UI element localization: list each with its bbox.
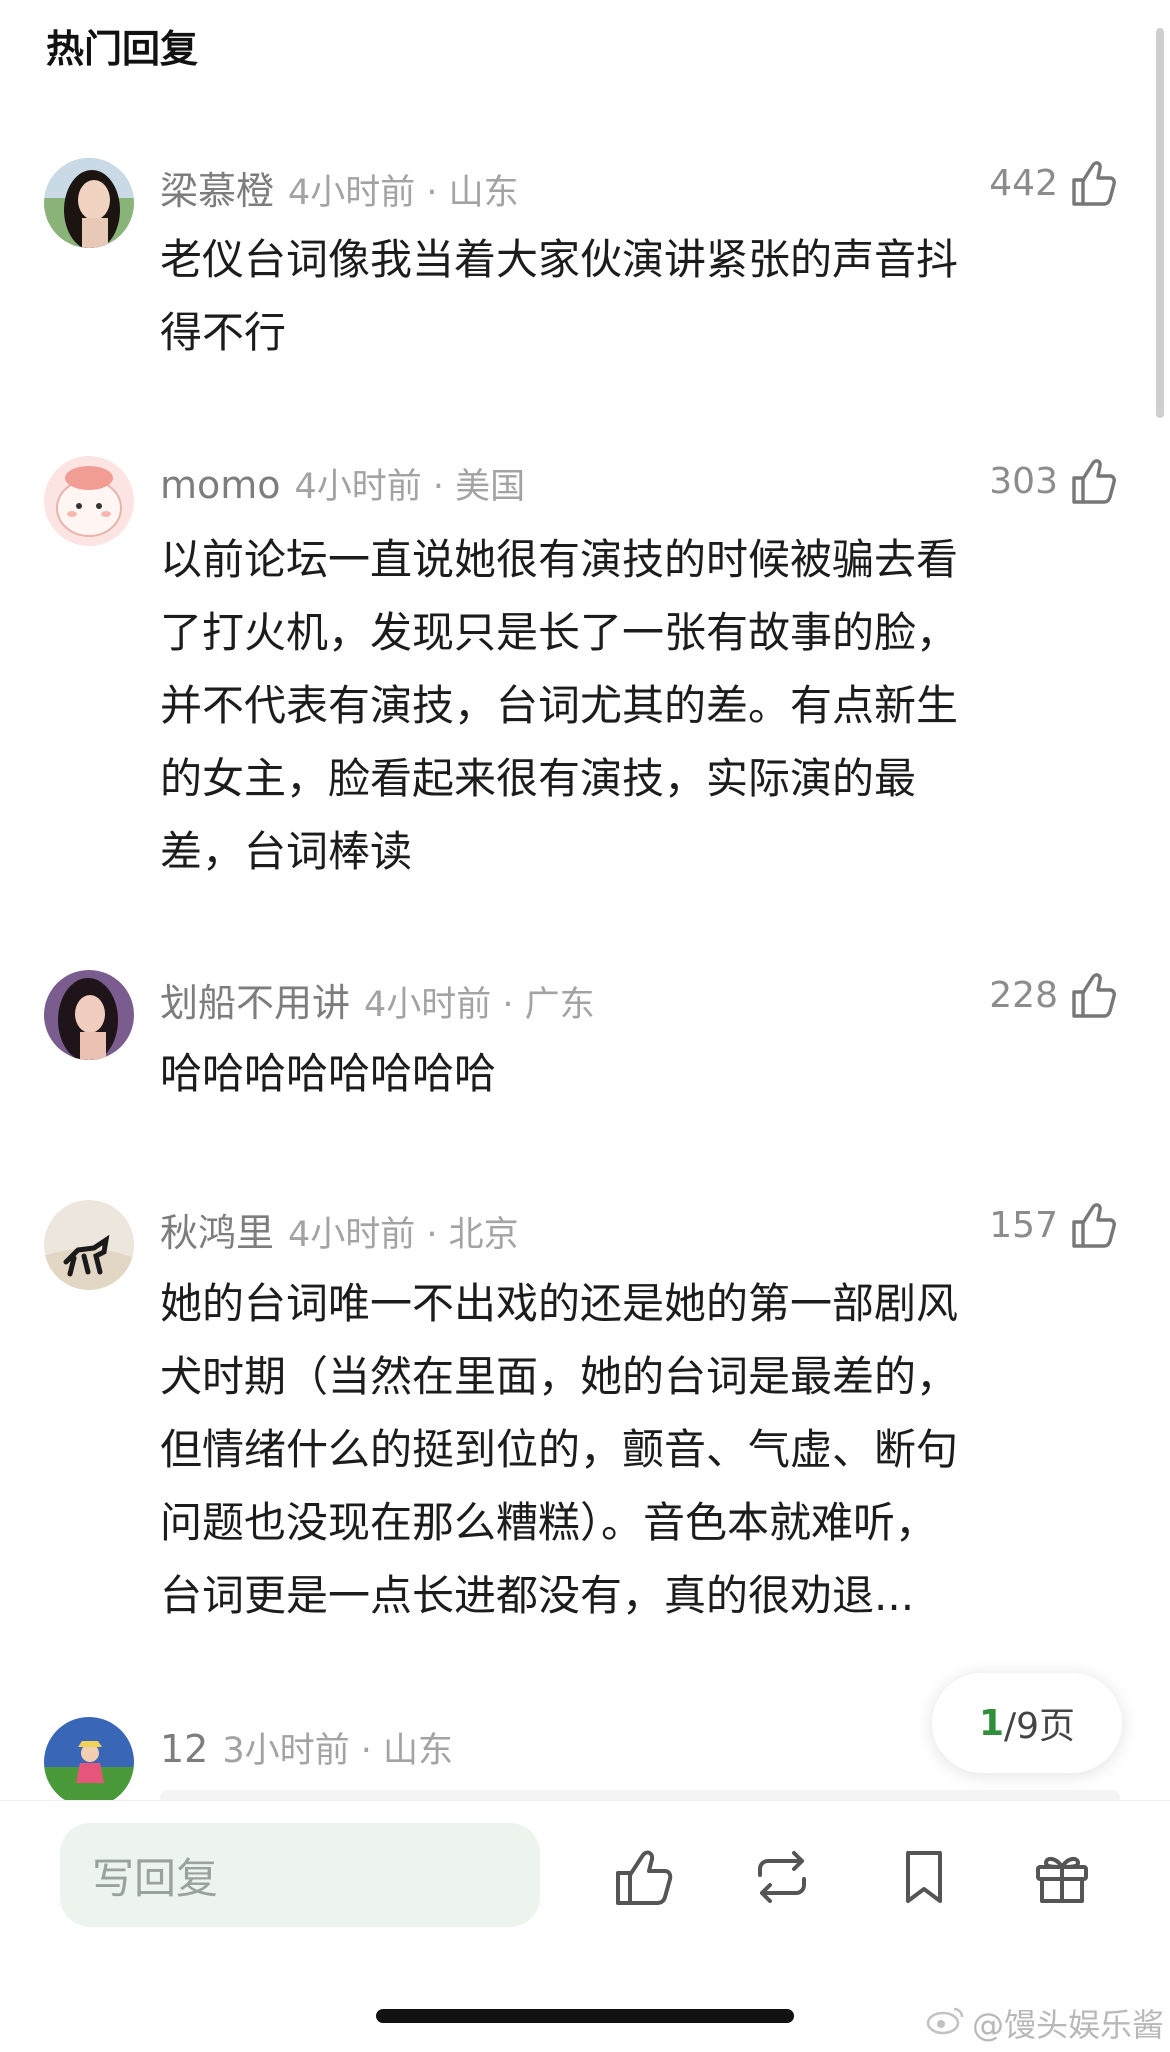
timestamp-location: 4小时前 · 山东	[288, 173, 519, 213]
username[interactable]: momo	[160, 463, 281, 507]
timestamp-location: 3小时前 · 山东	[222, 1731, 454, 1771]
page-title: 热门回复	[46, 27, 199, 71]
thumbs-up-icon[interactable]	[1070, 1200, 1118, 1250]
comment-text: 她的台词唯一不出戏的还是她的第一部剧风 犬时期（当然在里面，她的台词是最差的， …	[160, 1279, 959, 1620]
scrollbar[interactable]	[1156, 28, 1164, 418]
watermark: @馒头娱乐酱	[926, 2000, 1164, 2046]
like-control[interactable]: 157	[989, 1200, 1118, 1250]
gift-icon[interactable]	[1030, 1845, 1094, 1909]
avatar[interactable]	[44, 456, 134, 546]
timestamp-location: 4小时前 · 美国	[294, 467, 526, 507]
comment-text: 以前论坛一直说她很有演技的时候被骗去看 了打火机，发现只是长了一张有故事的脸， …	[160, 535, 959, 876]
avatar[interactable]	[44, 1200, 134, 1290]
bottom-action-bar: 写回复 @馒头娱乐酱	[0, 1800, 1170, 2052]
thumbs-up-icon[interactable]	[1070, 970, 1118, 1020]
thumbs-up-icon[interactable]	[1070, 456, 1118, 506]
reply-input[interactable]: 写回复	[60, 1823, 540, 1927]
like-control[interactable]: 228	[989, 970, 1118, 1020]
like-control[interactable]: 442	[989, 158, 1118, 208]
repost-icon[interactable]	[750, 1845, 814, 1909]
like-count: 303	[989, 460, 1058, 502]
timestamp-location: 4小时前 · 广东	[364, 985, 595, 1025]
avatar[interactable]	[44, 158, 134, 248]
timestamp-location: 4小时前 · 北京	[288, 1215, 519, 1255]
comment-meta: 划船不用讲 4小时前 · 广东	[160, 972, 595, 1027]
like-icon[interactable]	[612, 1845, 676, 1909]
like-count: 157	[989, 1204, 1058, 1246]
like-count: 228	[989, 974, 1058, 1016]
comment-meta: 12 3小时前 · 山东	[160, 1722, 453, 1773]
bookmark-icon[interactable]	[892, 1845, 956, 1909]
weibo-logo-icon	[926, 2003, 966, 2043]
thumbs-up-icon[interactable]	[1070, 158, 1118, 208]
comment-text: 哈哈哈哈哈哈哈哈	[160, 1049, 497, 1098]
home-indicator[interactable]	[376, 2009, 794, 2023]
comment-text: 老仪台词像我当着大家伙演讲紧张的声音抖 得不行	[160, 235, 959, 357]
page-indicator[interactable]: 1/9页	[932, 1673, 1122, 1773]
username[interactable]: 梁慕橙	[160, 169, 274, 213]
comment-meta: 秋鸿里 4小时前 · 北京	[160, 1202, 519, 1257]
current-page: 1	[978, 1702, 1004, 1744]
avatar[interactable]	[44, 1717, 134, 1807]
comment-meta: 梁慕橙 4小时前 · 山东	[160, 160, 519, 215]
total-pages: /9页	[1004, 1706, 1076, 1747]
username[interactable]: 秋鸿里	[160, 1211, 274, 1255]
like-count: 442	[989, 162, 1058, 204]
username[interactable]: 12	[160, 1727, 208, 1771]
comment-meta: momo 4小时前 · 美国	[160, 458, 525, 509]
username[interactable]: 划船不用讲	[160, 981, 350, 1025]
like-control[interactable]: 303	[989, 456, 1118, 506]
avatar[interactable]	[44, 970, 134, 1060]
